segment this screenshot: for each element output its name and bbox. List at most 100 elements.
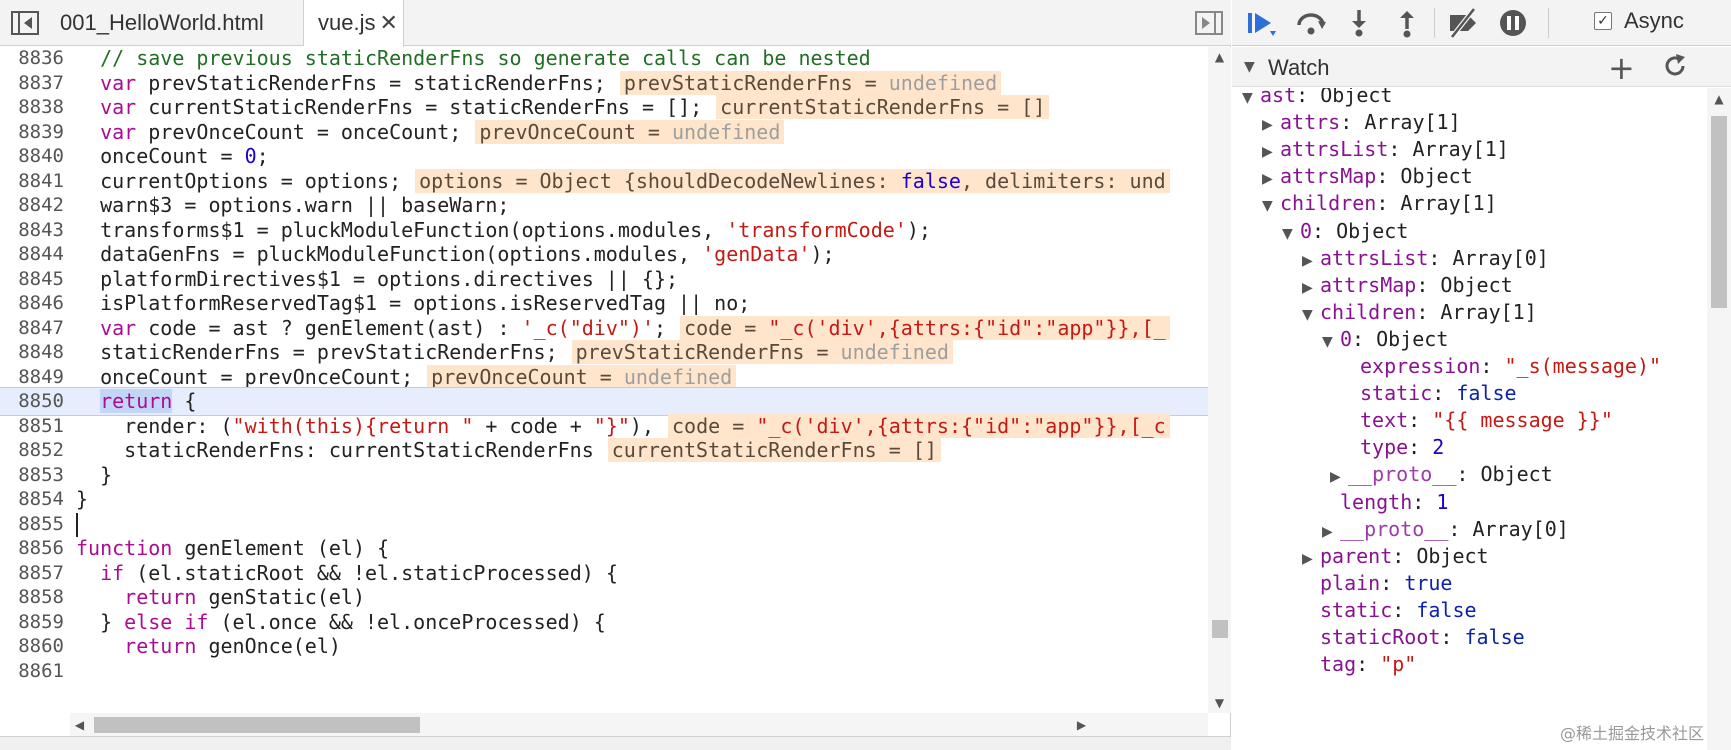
code-line-current[interactable]: 8850 return { <box>0 387 1208 416</box>
resume-icon[interactable] <box>1244 7 1278 39</box>
tree-node-static[interactable]: static: false <box>1342 380 1517 407</box>
code-line[interactable]: 8838 var currentStaticRenderFns = static… <box>0 94 1208 121</box>
expanded-arrow-icon[interactable]: ▼ <box>1262 193 1280 220</box>
step-out-icon[interactable] <box>1390 7 1424 39</box>
watch-vertical-scrollbar[interactable]: ▲ <box>1707 88 1731 750</box>
close-tab-icon[interactable]: ✕ <box>379 0 397 46</box>
code-line[interactable]: 8848 staticRenderFns = prevStaticRenderF… <box>0 339 1208 366</box>
tree-node-type[interactable]: type: 2 <box>1342 434 1444 461</box>
code-line[interactable]: 8841 currentOptions = options; options = … <box>0 168 1208 195</box>
line-number[interactable]: 8842 <box>0 192 64 219</box>
tree-node-0[interactable]: ▼ 0: Object <box>1282 218 1408 245</box>
collapsed-arrow-icon[interactable]: ▶ <box>1330 464 1348 491</box>
collapsed-arrow-icon[interactable]: ▶ <box>1302 248 1320 275</box>
scroll-left-icon[interactable]: ◀ <box>68 715 91 735</box>
line-number[interactable]: 8851 <box>0 413 64 440</box>
code-line[interactable]: 8859 } else if (el.once && !el.onceProce… <box>0 609 1208 636</box>
toggle-debugger-icon[interactable] <box>1194 9 1224 37</box>
collapsed-arrow-icon[interactable]: ▶ <box>1302 546 1320 573</box>
tree-node-attrsList[interactable]: ▶ attrsList: Array[1] <box>1262 136 1509 163</box>
tab-001-helloworld-html[interactable]: 001_HelloWorld.html <box>46 0 304 46</box>
expanded-arrow-icon[interactable]: ▼ <box>1242 88 1260 112</box>
line-number[interactable]: 8856 <box>0 535 64 562</box>
line-number[interactable]: 8854 <box>0 486 64 513</box>
deactivate-breakpoints-icon[interactable] <box>1446 7 1480 39</box>
pause-on-exceptions-icon[interactable] <box>1496 7 1530 39</box>
tree-node-text[interactable]: text: "{{ message }}" <box>1342 407 1613 434</box>
line-number[interactable]: 8852 <box>0 437 64 464</box>
code-line[interactable]: 8853 } <box>0 462 1208 489</box>
expanded-arrow-icon[interactable]: ▼ <box>1302 302 1320 329</box>
tree-node-ast[interactable]: ▼ ast: Object <box>1242 88 1392 109</box>
line-number[interactable]: 8845 <box>0 266 64 293</box>
code-line[interactable]: 8837 var prevStaticRenderFns = staticRen… <box>0 70 1208 97</box>
line-number[interactable]: 8843 <box>0 217 64 244</box>
collapsed-arrow-icon[interactable]: ▶ <box>1262 139 1280 166</box>
tree-node-proto[interactable]: ▶ __proto__: Array[0] <box>1322 516 1569 543</box>
code-line[interactable]: 8855 <box>0 511 1208 538</box>
code-line[interactable]: 8845 platformDirectives$1 = options.dire… <box>0 266 1208 293</box>
async-checkbox[interactable]: ✓ <box>1594 12 1612 30</box>
scroll-right-icon[interactable]: ▶ <box>1070 715 1093 735</box>
code-line[interactable]: 8854} <box>0 486 1208 513</box>
code-line[interactable]: 8858 return genStatic(el) <box>0 584 1208 611</box>
tree-node-attrsList[interactable]: ▶ attrsList: Array[0] <box>1302 245 1549 272</box>
line-number[interactable]: 8847 <box>0 315 64 342</box>
scroll-thumb[interactable] <box>1212 620 1228 638</box>
code-line[interactable]: 8836 // save previous staticRenderFns so… <box>0 47 1208 72</box>
watch-object-tree[interactable]: ▼ ast: Object ▶ attrs: Array[1] ▶ attrsList: … <box>1232 88 1708 750</box>
scroll-up-icon[interactable]: ▲ <box>1707 88 1731 110</box>
code-line[interactable]: 8847 var code = ast ? genElement(ast) : … <box>0 315 1208 342</box>
collapse-arrow-icon[interactable]: ▼ <box>1244 59 1255 75</box>
code-line[interactable]: 8857 if (el.staticRoot && !el.staticProc… <box>0 560 1208 587</box>
code-line[interactable]: 8840 onceCount = 0; <box>0 143 1208 170</box>
line-number[interactable]: 8837 <box>0 70 64 97</box>
collapsed-arrow-icon[interactable]: ▶ <box>1322 519 1340 546</box>
line-number[interactable]: 8849 <box>0 364 64 391</box>
refresh-icon[interactable] <box>1662 53 1688 79</box>
tree-node-children[interactable]: ▼ children: Array[1] <box>1262 190 1497 217</box>
line-number[interactable]: 8860 <box>0 633 64 660</box>
line-number[interactable]: 8846 <box>0 290 64 317</box>
line-number[interactable]: 8861 <box>0 658 64 685</box>
line-number[interactable]: 8858 <box>0 584 64 611</box>
toggle-navigator-icon[interactable] <box>10 9 40 37</box>
tree-node-tag[interactable]: tag: "p" <box>1320 651 1416 678</box>
line-number[interactable]: 8848 <box>0 339 64 366</box>
tree-node-attrsMap[interactable]: ▶ attrsMap: Object <box>1262 163 1473 190</box>
code-line[interactable]: 8844 dataGenFns = pluckModuleFunction(op… <box>0 241 1208 268</box>
line-number[interactable]: 8838 <box>0 94 64 121</box>
line-number[interactable]: 8853 <box>0 462 64 489</box>
watch-section-header[interactable]: ▼ Watch + <box>1232 47 1731 87</box>
scroll-thumb[interactable] <box>94 717 420 733</box>
code-area[interactable]: 8836 // save previous staticRenderFns so… <box>0 47 1208 713</box>
editor-vertical-scrollbar[interactable]: ▲ ▼ <box>1208 47 1231 713</box>
tree-node-attrsMap[interactable]: ▶ attrsMap: Object <box>1302 272 1513 299</box>
tree-node-expression[interactable]: expression: "_s(message)" <box>1342 353 1661 380</box>
line-number[interactable]: 8840 <box>0 143 64 170</box>
expanded-arrow-icon[interactable]: ▼ <box>1322 329 1340 356</box>
line-number[interactable]: 8855 <box>0 511 64 538</box>
scroll-up-icon[interactable]: ▲ <box>1208 47 1231 67</box>
expanded-arrow-icon[interactable]: ▼ <box>1282 221 1300 248</box>
tab-vue-js[interactable]: vue.js ✕ <box>304 0 404 47</box>
tree-node-children[interactable]: ▼ children: Array[1] <box>1302 299 1537 326</box>
code-line[interactable]: 8851 render: ("with(this){return " + cod… <box>0 413 1208 440</box>
line-number[interactable]: 8857 <box>0 560 64 587</box>
line-number[interactable]: 8859 <box>0 609 64 636</box>
collapsed-arrow-icon[interactable]: ▶ <box>1262 112 1280 139</box>
add-watch-expression-button[interactable]: + <box>1608 49 1635 87</box>
scroll-down-icon[interactable]: ▼ <box>1208 693 1231 713</box>
collapsed-arrow-icon[interactable]: ▶ <box>1302 275 1320 302</box>
tree-node-staticRoot[interactable]: staticRoot: false <box>1320 624 1525 651</box>
line-number[interactable]: 8844 <box>0 241 64 268</box>
tree-node-attrs[interactable]: ▶ attrs: Array[1] <box>1262 109 1461 136</box>
line-number[interactable]: 8836 <box>0 47 64 72</box>
code-line[interactable]: 8849 onceCount = prevOnceCount; prevOnceC… <box>0 364 1208 391</box>
code-line[interactable]: 8856 function genElement (el) { <box>0 535 1208 562</box>
collapsed-arrow-icon[interactable]: ▶ <box>1262 166 1280 193</box>
tree-node-0[interactable]: ▼ 0: Object <box>1322 326 1448 353</box>
tree-node-proto[interactable]: ▶ __proto__: Object <box>1330 461 1553 488</box>
step-into-icon[interactable] <box>1342 7 1376 39</box>
code-line[interactable]: 8842 warn$3 = options.warn || baseWarn; <box>0 192 1208 219</box>
